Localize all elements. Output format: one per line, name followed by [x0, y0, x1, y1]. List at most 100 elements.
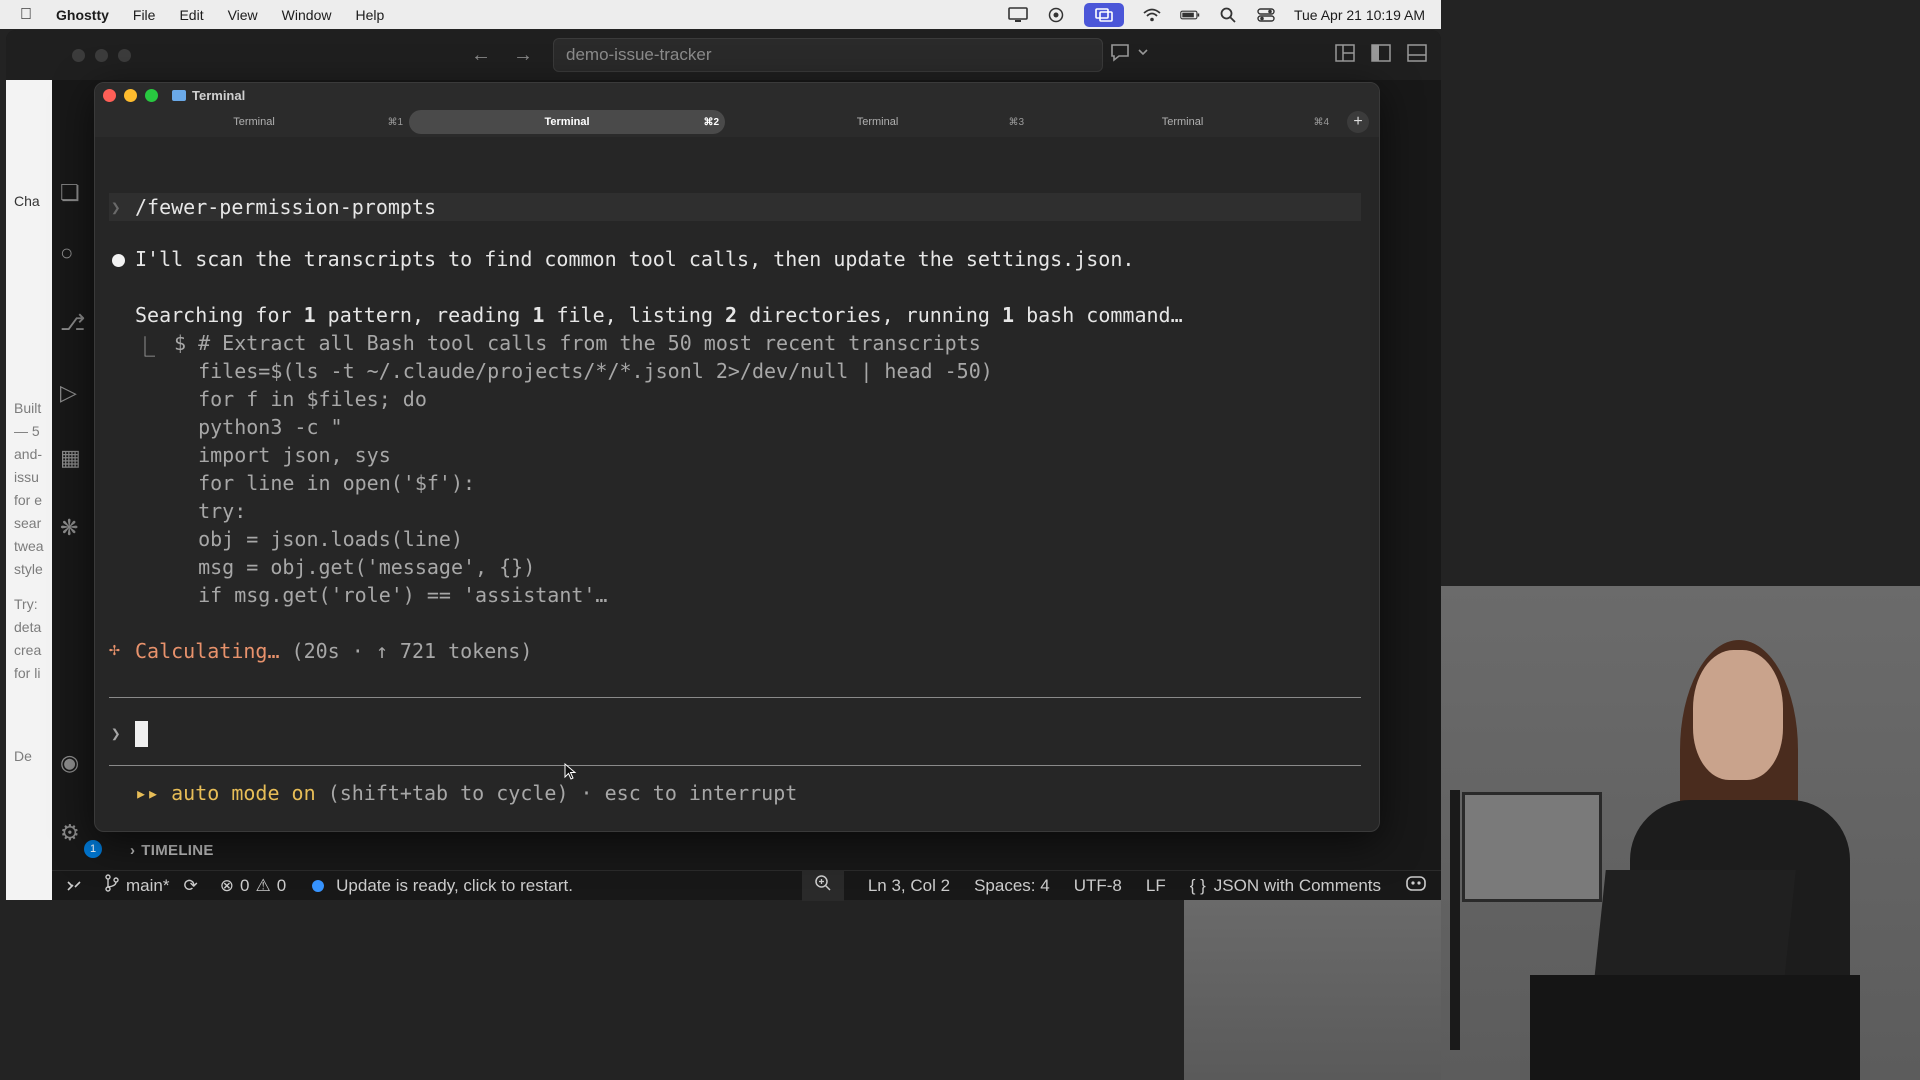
tab-shortcut: ⌘3 — [1008, 116, 1024, 128]
status-bar: main* ⟳ ⊗ 0 ⚠ 0 Update is ready, click t… — [52, 870, 1441, 901]
menu-view[interactable]: View — [228, 7, 258, 23]
language-mode[interactable]: { } JSON with Comments — [1190, 876, 1381, 896]
terminal-minimize-button[interactable] — [124, 88, 137, 102]
apple-icon[interactable]:  — [20, 6, 42, 24]
customize-layout-icon[interactable] — [1335, 43, 1355, 67]
vscode-minimize-button[interactable] — [95, 48, 108, 62]
toggle-sidebar-icon[interactable] — [1371, 43, 1391, 67]
sidebar-text-line: style — [14, 561, 43, 577]
explorer-icon[interactable]: ❏ — [60, 180, 80, 206]
terminal-close-button[interactable] — [103, 88, 116, 102]
tab-shortcut: ⌘2 — [703, 116, 719, 128]
sidebar-text-line: Built — [14, 400, 42, 416]
input-divider-bottom — [109, 765, 1361, 766]
error-count: 0 — [239, 875, 250, 895]
sidebar-text-line: De — [14, 748, 32, 764]
assistant-message: I'll scan the transcripts to find common… — [135, 247, 1135, 271]
source-control-icon[interactable]: ⎇ — [60, 310, 85, 336]
activity-bar: ❏ ○ ⎇ ▷ ▦ ❋ ◉ ⚙ 1 — [52, 80, 102, 870]
mode-status-line: ▸▸ auto mode on (shift+tab to cycle) · e… — [135, 781, 797, 805]
spotlight-search-icon[interactable] — [1218, 7, 1238, 23]
settings-badge: 1 — [84, 840, 102, 858]
auto-mode-label[interactable]: auto mode on — [171, 781, 316, 805]
tool-summary-text: bash command… — [1014, 303, 1183, 327]
timeline-section-header[interactable]: › TIMELINE — [130, 842, 214, 859]
empty-area — [0, 900, 1184, 1080]
spinner-icon: ✢ — [109, 639, 120, 660]
text-cursor[interactable] — [135, 721, 148, 747]
tool-summary-prefix: Searching for — [135, 303, 304, 327]
search-icon[interactable]: ○ — [60, 240, 73, 266]
branch-status[interactable]: main* — [104, 874, 169, 897]
tool-summary-text: pattern, reading — [315, 303, 533, 327]
sidebar-text-line: twea — [14, 538, 44, 554]
menu-app-name[interactable]: Ghostty — [56, 7, 109, 23]
chat-icon[interactable] — [1109, 42, 1149, 69]
tab-label: Terminal — [856, 116, 899, 128]
sidebar-text-line: for e — [14, 492, 43, 508]
chat-tab-label[interactable]: Cha — [14, 190, 54, 213]
terminal-tab-3[interactable]: Terminal ⌘3 — [725, 110, 1030, 134]
folder-icon — [172, 89, 186, 101]
remote-indicator-icon[interactable] — [66, 878, 82, 894]
branch-name: main* — [126, 875, 170, 895]
indentation-status[interactable]: Spaces: 4 — [974, 876, 1050, 896]
wifi-icon[interactable] — [1142, 7, 1162, 23]
update-notice[interactable]: Update is ready, click to restart. — [312, 876, 573, 896]
back-arrow-icon[interactable]: ← — [471, 44, 491, 67]
terminal-title-text: Terminal — [192, 87, 246, 103]
video-feed-lower — [1184, 900, 1441, 1080]
eol-status[interactable]: LF — [1146, 876, 1166, 896]
problems-status[interactable]: ⊗ 0 ⚠ 0 — [220, 876, 286, 896]
menubar-clock[interactable]: Tue Apr 21 10:19 AM — [1294, 7, 1425, 23]
tab-shortcut: ⌘1 — [387, 116, 403, 128]
menu-window[interactable]: Window — [282, 7, 332, 23]
sidebar-text-line: sear — [14, 515, 42, 531]
battery-icon[interactable] — [1180, 7, 1200, 23]
terminal-tab-4[interactable]: Terminal ⌘4 — [1030, 110, 1335, 134]
terminal-zoom-button[interactable] — [145, 88, 158, 102]
control-center-icon[interactable] — [1256, 7, 1276, 23]
screen-record-icon[interactable] — [1046, 7, 1066, 23]
vscode-zoom-button[interactable] — [118, 48, 131, 62]
video-podium — [1530, 975, 1860, 1080]
forward-arrow-icon[interactable]: → — [513, 44, 533, 67]
screen-mirroring-icon[interactable] — [1083, 2, 1124, 27]
tab-label: Terminal — [1161, 116, 1204, 128]
code-line: msg = obj.get('message', {}) — [174, 555, 536, 579]
terminal-tab-2[interactable]: Terminal ⌘2 — [409, 110, 725, 134]
sync-icon[interactable]: ⟳ — [183, 876, 197, 896]
git-branch-icon — [104, 874, 120, 897]
manage-gear-icon[interactable]: ⚙ — [60, 820, 80, 846]
tool-summary-text: file, listing — [544, 303, 726, 327]
language-label: JSON with Comments — [1213, 875, 1381, 895]
update-dot-icon — [312, 879, 325, 892]
menu-edit[interactable]: Edit — [179, 7, 203, 23]
mode-hint: (shift+tab to cycle) · esc to interrupt — [327, 781, 798, 805]
terminal-window-controls — [103, 88, 158, 102]
sidebar-text-line: Try: — [14, 596, 38, 612]
menu-file[interactable]: File — [133, 7, 156, 23]
macos-menubar:  Ghostty File Edit View Window Help Tue… — [0, 0, 1441, 29]
copilot-icon[interactable] — [1405, 873, 1427, 898]
display-icon[interactable] — [1008, 6, 1028, 23]
vscode-close-button[interactable] — [72, 48, 85, 62]
extensions-icon[interactable]: ▦ — [60, 445, 81, 471]
account-icon[interactable]: ◉ — [60, 750, 79, 776]
executed-command: /fewer-permission-prompts — [135, 195, 437, 219]
code-line: if msg.get('role') == 'assistant'… — [174, 583, 608, 607]
terminal-tab-1[interactable]: Terminal ⌘1 — [99, 110, 409, 134]
cursor-position[interactable]: Ln 3, Col 2 — [868, 876, 950, 896]
command-history-line: ❯ /fewer-permission-prompts — [109, 193, 1361, 221]
zoom-icon[interactable] — [801, 870, 844, 901]
timeline-label: TIMELINE — [141, 842, 214, 859]
claude-icon[interactable]: ❋ — [60, 515, 78, 541]
new-tab-button[interactable]: + — [1347, 111, 1369, 133]
menu-help[interactable]: Help — [355, 7, 384, 23]
run-debug-icon[interactable]: ▷ — [60, 380, 77, 406]
toggle-panel-icon[interactable] — [1407, 43, 1427, 67]
command-center-search[interactable]: demo-issue-tracker — [553, 38, 1103, 72]
status-line: Calculating… (20s · ↑ 721 tokens) — [135, 639, 532, 663]
tool-summary-count: 2 — [725, 303, 738, 327]
encoding-status[interactable]: UTF-8 — [1074, 876, 1122, 896]
